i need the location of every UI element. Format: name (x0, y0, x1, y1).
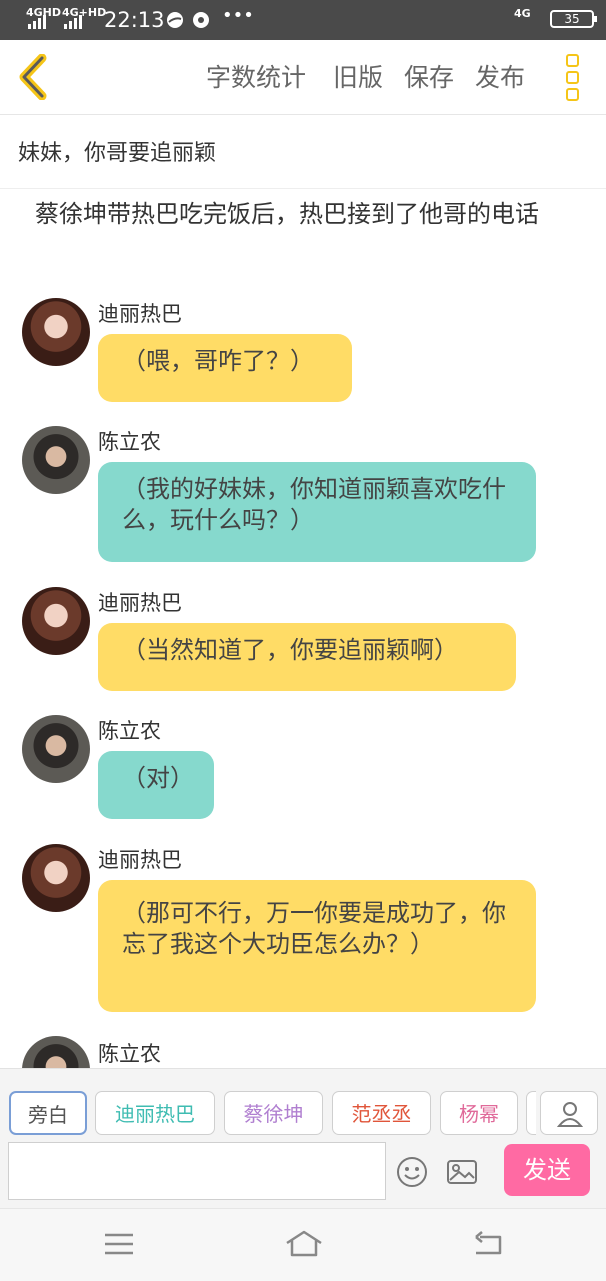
send-button[interactable]: 发送 (504, 1144, 590, 1196)
chat-message[interactable]: 陈立农 (0, 1036, 606, 1068)
composer-row: 发送 (0, 1140, 606, 1208)
network-label: 4G (514, 7, 531, 20)
menu-icon[interactable] (103, 1229, 135, 1259)
narration-text[interactable]: 蔡徐坤带热巴吃完饭后，热巴接到了他哥的电话 (35, 198, 575, 230)
clock: 22:13 (104, 8, 165, 32)
battery-level: 35 (564, 12, 580, 26)
avatar[interactable] (22, 298, 90, 366)
role-chip-caixukun[interactable]: 蔡徐坤 (224, 1091, 323, 1135)
speaker-name: 陈立农 (98, 719, 161, 743)
speaker-name: 陈立农 (98, 430, 161, 454)
back-arrow-icon[interactable] (14, 54, 54, 100)
avatar[interactable] (22, 426, 90, 494)
old-version-button[interactable]: 旧版 (333, 58, 383, 98)
role-chip-overflow[interactable] (526, 1091, 536, 1135)
role-chip-narrator[interactable]: 旁白 (9, 1091, 87, 1135)
role-chip-dilireba[interactable]: 迪丽热巴 (95, 1091, 215, 1135)
publish-button[interactable]: 发布 (475, 58, 525, 98)
avatar[interactable] (22, 587, 90, 655)
speaker-name: 陈立农 (98, 1042, 161, 1066)
signal-2-icon (64, 15, 88, 29)
avatar[interactable] (22, 844, 90, 912)
role-chip-fanchengcheng[interactable]: 范丞丞 (332, 1091, 431, 1135)
more-menu-icon[interactable] (560, 54, 584, 102)
story-title-field[interactable]: 妹妹，你哥要追丽颖 (0, 115, 606, 189)
speaker-name: 迪丽热巴 (98, 302, 182, 326)
back-nav-icon[interactable] (472, 1229, 504, 1259)
image-icon[interactable] (446, 1156, 478, 1188)
avatar[interactable] (22, 715, 90, 783)
message-bubble[interactable]: （喂，哥咋了？） (98, 334, 352, 402)
home-icon[interactable] (284, 1229, 324, 1259)
role-selector: 旁白 迪丽热巴 蔡徐坤 范丞丞 杨幂 (0, 1068, 606, 1141)
jovi-icon (193, 12, 209, 28)
save-button[interactable]: 保存 (404, 58, 454, 98)
role-chip-yangmi[interactable]: 杨幂 (440, 1091, 518, 1135)
add-role-button[interactable] (540, 1091, 598, 1135)
system-nav-bar (0, 1208, 606, 1281)
emoji-icon[interactable] (396, 1156, 428, 1188)
signal-1-icon (28, 15, 52, 29)
status-bar: 4GHD 4G+HD 22:13 ••• 4G 35 (0, 0, 606, 40)
speaker-name: 迪丽热巴 (98, 848, 182, 872)
message-bubble[interactable]: （当然知道了，你要追丽颖啊） (98, 623, 516, 691)
more-notifications-icon: ••• (222, 5, 254, 26)
message-bubble[interactable]: （我的好妹妹，你知道丽颖喜欢吃什么，玩什么吗？） (98, 462, 536, 562)
story-title: 妹妹，你哥要追丽颖 (18, 141, 217, 166)
avatar[interactable] (22, 1036, 90, 1068)
person-icon (557, 1102, 583, 1127)
message-input[interactable] (8, 1142, 386, 1200)
message-bubble[interactable]: （那可不行，万一你要是成功了，你忘了我这个大功臣怎么办？） (98, 880, 536, 1012)
speaker-name: 迪丽热巴 (98, 591, 182, 615)
battery-icon: 35 (550, 10, 597, 28)
browser-icon (167, 12, 183, 28)
editor-toolbar: 字数统计 旧版 保存 发布 (0, 40, 606, 115)
word-count-button[interactable]: 字数统计 (206, 58, 306, 98)
message-bubble[interactable]: （对） (98, 751, 214, 819)
